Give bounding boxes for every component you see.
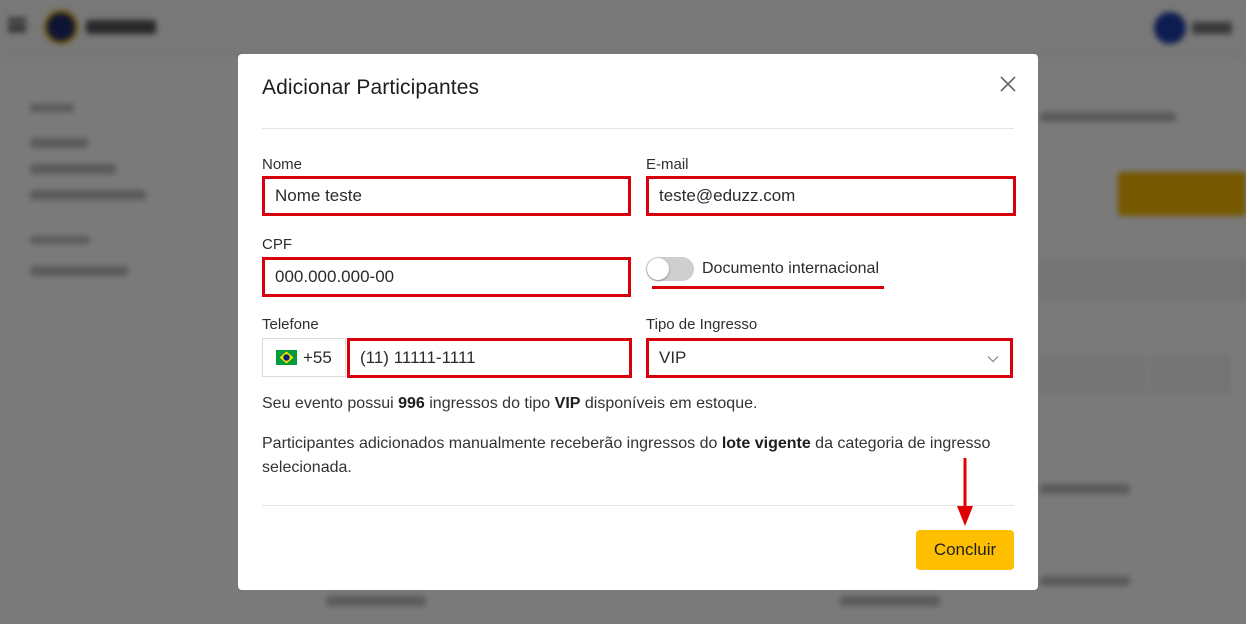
brazil-flag-icon [276, 350, 297, 365]
email-label: E-mail [646, 156, 689, 173]
ticket-type-label: Tipo de Ingresso [646, 316, 758, 333]
submit-button[interactable]: Concluir [916, 530, 1014, 570]
phone-label: Telefone [262, 316, 319, 333]
international-document-label: Documento internacional [702, 260, 879, 277]
highlight-underline [652, 286, 884, 289]
close-button[interactable] [996, 72, 1020, 96]
modal-title: Adicionar Participantes [262, 76, 480, 99]
country-code-selector[interactable]: +55 [262, 338, 346, 377]
cpf-input[interactable] [262, 257, 631, 297]
ticket-type-select[interactable]: VIP [646, 338, 1013, 378]
chevron-down-icon [987, 356, 999, 363]
close-icon [1000, 76, 1016, 92]
arrow-annotation-icon [957, 458, 973, 526]
ticket-type-value: VIP [659, 348, 687, 367]
international-document-toggle[interactable] [646, 257, 694, 281]
name-label: Nome [262, 156, 303, 173]
add-participants-modal: Adicionar Participantes Nome E-mail CPF … [238, 54, 1038, 590]
country-code: +55 [303, 348, 332, 367]
stock-info: Seu evento possui 996 ingressos do tipo … [262, 395, 758, 412]
header-divider [262, 128, 1014, 129]
footer-divider [262, 505, 1014, 506]
name-input[interactable] [262, 176, 631, 216]
toggle-knob [647, 258, 669, 280]
lot-info: Participantes adicionados manualmente re… [262, 435, 991, 476]
email-input[interactable] [646, 176, 1016, 216]
cpf-label: CPF [262, 236, 292, 253]
phone-input[interactable] [347, 338, 632, 378]
